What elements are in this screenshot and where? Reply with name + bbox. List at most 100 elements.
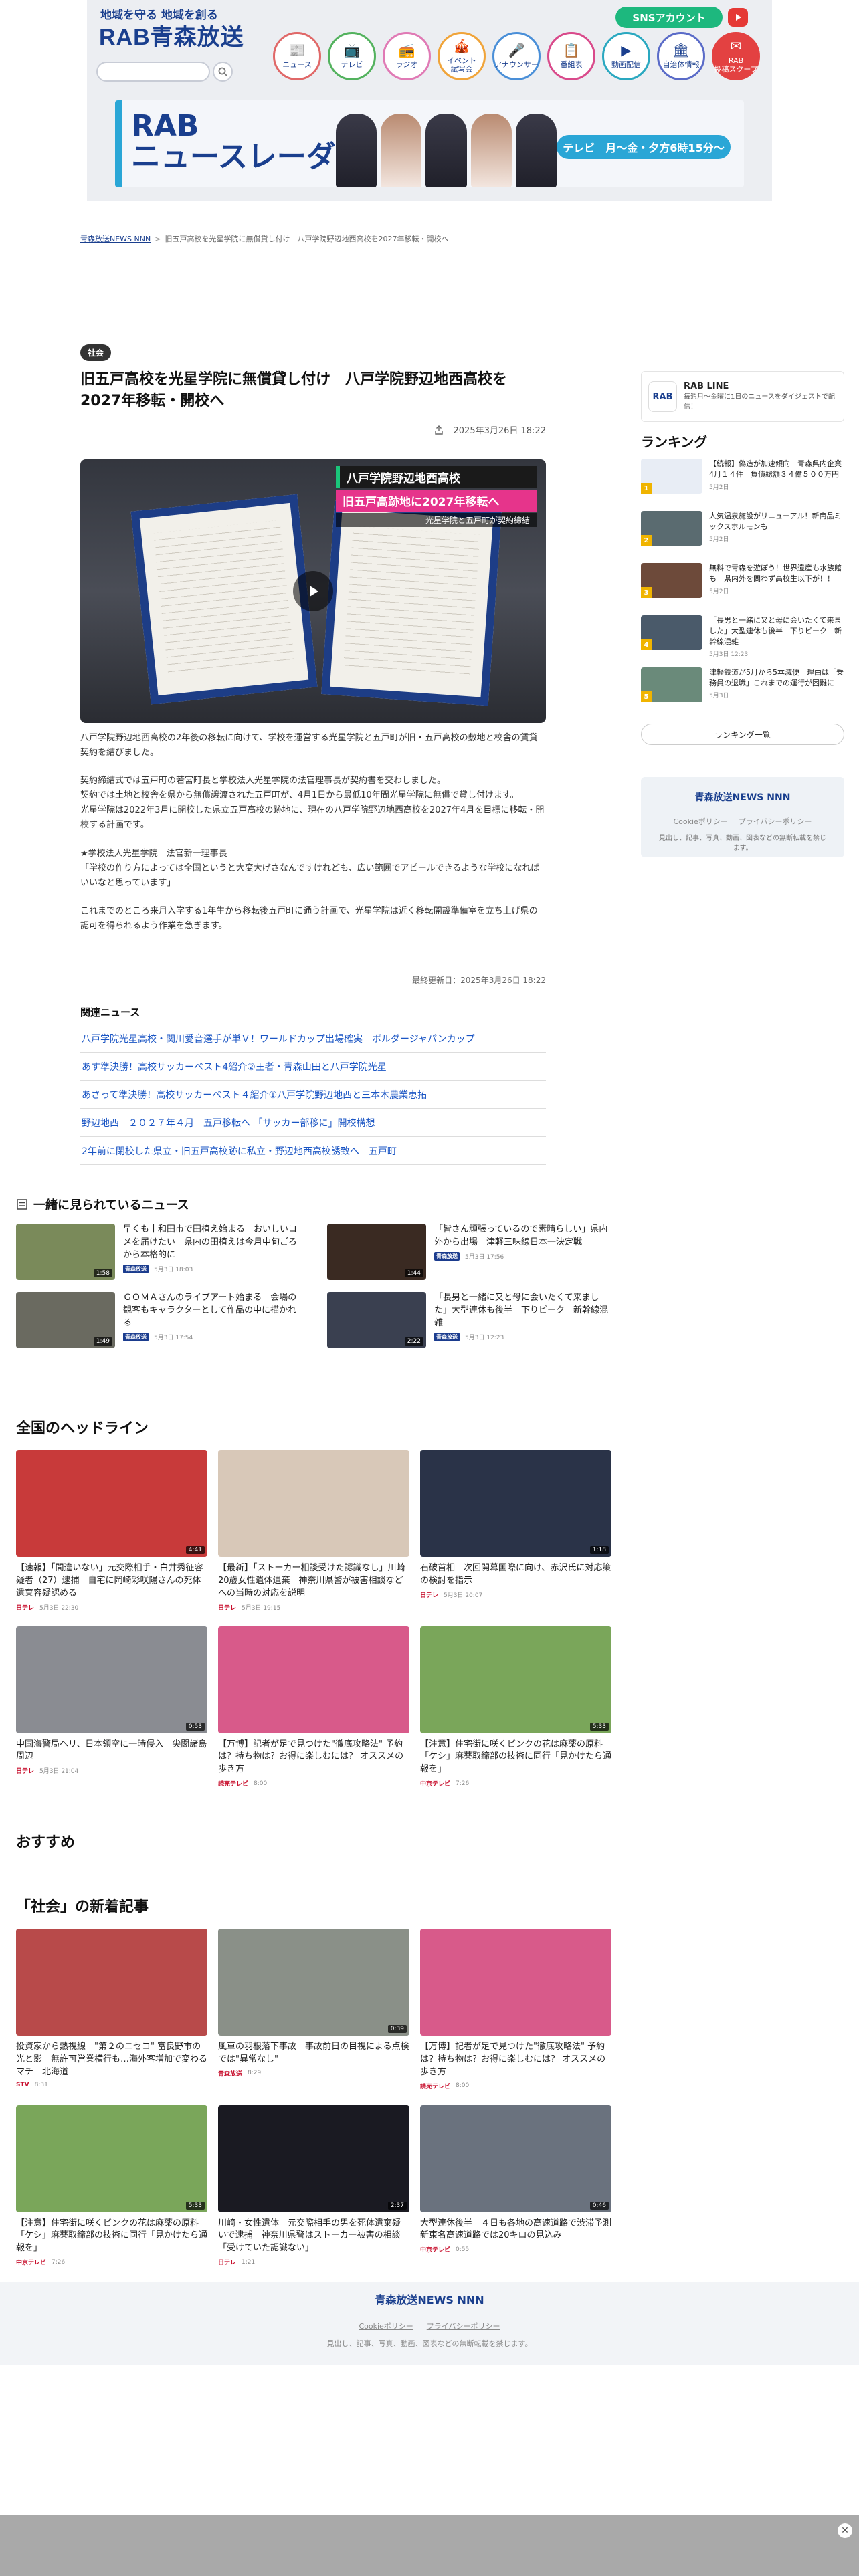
shakai-card[interactable]: 【万博】記者が足で見つけた"徹底攻略法" 予約は？持ち物は？お得に楽しむには？ … bbox=[420, 1929, 611, 2090]
ranking-title: 人気温泉施設がリニューアル！新商品ミックスホルモンも bbox=[709, 512, 842, 531]
video-duration: 1:18 bbox=[589, 1546, 609, 1554]
national-headlines-grid: 4:41 【速報】「間違いない」元交際相手・白井秀征容疑者（27）逮捕 自宅に岡崎… bbox=[16, 1450, 611, 1788]
related-news-link[interactable]: 八戸学院光星高校・関川愛音選手が単Ｖ！ワールドカップ出場確実 ボルダージャパンカ… bbox=[80, 1025, 546, 1053]
shakai-date: 8:00 bbox=[456, 2082, 470, 2090]
national-title: 【最新】「ストーカー相談受けた認識なし」川崎20歳女性遺体遺棄 神奈川県警が被害… bbox=[218, 1563, 405, 1598]
ranking-item[interactable]: 2 人気温泉施設がリニューアル！新商品ミックスホルモンも 5月2日 bbox=[641, 511, 844, 563]
nav-label: RAB 投稿スクープ bbox=[714, 56, 758, 74]
video-caption-line2: 旧五戸高跡地に2027年移転へ bbox=[336, 490, 537, 512]
national-card[interactable]: 【最新】「ストーカー相談受けた認識なし」川崎20歳女性遺体遺棄 神奈川県警が被害… bbox=[218, 1450, 409, 1612]
coviewed-title: 「長男と一緒に又と母に会いたくて来ました」大型連休も後半 下りピーク 新幹線混雑 bbox=[434, 1293, 609, 1328]
privacy-policy-link[interactable]: プライバシーポリシー bbox=[739, 816, 812, 827]
related-news-link[interactable]: 野辺地西 ２０２７年４月 五戸移転へ 「サッカー部移に」開校構想 bbox=[80, 1109, 546, 1137]
ranking-item[interactable]: 3 無料で青森を遊ぼう！世界遺産も水族館も 県内外を問わず高校生以下が！！ 5月2日 bbox=[641, 563, 844, 615]
shakai-date: 8:31 bbox=[34, 2081, 48, 2088]
video-duration: 5:33 bbox=[589, 1722, 609, 1731]
source-label: STV bbox=[16, 2081, 29, 2088]
nav-icon: 🎤 bbox=[508, 42, 525, 59]
shakai-thumbnail: 0:39 bbox=[218, 1929, 409, 2036]
nav-item[interactable]: 📋 番組表 bbox=[547, 32, 595, 80]
shakai-title: 大型連休後半 ４日も各地の高速道路で渋滞予測 新東名高速道路では20キロの見込み bbox=[420, 2218, 621, 2241]
national-card[interactable]: 1:18 石破首相 次回開幕国際に向け、赤沢氏に対応策の検討を指示 日テレ 5月3日 … bbox=[420, 1450, 611, 1612]
nav-item[interactable]: 🏛 自治体情報 bbox=[657, 32, 705, 80]
nav-item[interactable]: 📻 ラジオ bbox=[383, 32, 431, 80]
source-label: 日テレ bbox=[420, 1592, 439, 1599]
national-thumbnail bbox=[218, 1450, 409, 1557]
national-date: 5月3日 21:04 bbox=[39, 1768, 79, 1776]
related-news-link[interactable]: あさって準決勝！高校サッカーベスト４紹介①八戸学院野辺地西と三本木農業恵拓 bbox=[80, 1081, 546, 1109]
nav-item[interactable]: ▶ 動画配信 bbox=[602, 32, 650, 80]
sidebar-footer-logo[interactable]: 青森放送NEWS NNN bbox=[641, 790, 844, 804]
national-card[interactable]: 4:41 【速報】「間違いない」元交際相手・白井秀征容疑者（27）逮捕 自宅に岡崎… bbox=[16, 1450, 207, 1612]
source-label: 読売テレビ bbox=[420, 2083, 451, 2090]
rab-line-card[interactable]: RAB RAB LINE 毎週月〜金曜に1日のニュースをダイジェストで配信！ bbox=[641, 371, 844, 422]
nav-item[interactable]: 🎤 アナウンサー bbox=[492, 32, 541, 80]
video-duration: 0:53 bbox=[185, 1722, 205, 1731]
shakai-card[interactable]: 2:37 川崎・女性遺体 元交際相手の男を死体遺棄疑いで逮捕 神奈川県警はストーカ… bbox=[218, 2105, 409, 2266]
coviewed-thumbnail: 1:58 bbox=[16, 1224, 115, 1280]
coviewed-item[interactable]: 1:49 ＧＯＭＡさんのライブアート始まる 会場の観客もキャラクターとして作品の中… bbox=[16, 1292, 300, 1350]
coviewed-thumbnail: 2:22 bbox=[327, 1292, 426, 1348]
source-label: 読売テレビ bbox=[218, 1781, 249, 1788]
category-badge[interactable]: 社会 bbox=[80, 344, 112, 361]
search-input[interactable] bbox=[96, 62, 210, 82]
article-paragraph: これまでのところ来月入学する1年生から移転後五戸町に通う計画で、光星学院は近く移… bbox=[80, 905, 538, 931]
shakai-card[interactable]: 0:46 大型連休後半 ４日も各地の高速道路で渋滞予測 新東名高速道路では20キロ… bbox=[420, 2105, 621, 2267]
shakai-card[interactable]: 0:39 風車の羽根落下事故 事故前日の目視による点検では"異常なし" 青森放送 8:… bbox=[218, 1929, 409, 2090]
ranking-item[interactable]: 4 「長男と一緒に又と母に会いたくて来ました」大型連休も後半 下りピーク 新幹線混… bbox=[641, 615, 844, 667]
footer-logo[interactable]: 青森放送NEWS NNN bbox=[0, 2291, 859, 2307]
related-news-link[interactable]: あす準決勝！高校サッカーベスト4紹介②王者・青森山田と八戸学院光星 bbox=[80, 1053, 546, 1081]
related-news-link[interactable]: 2年前に閉校した県立・旧五戸高校跡に私立・野辺地西高校誘致へ 五戸町 bbox=[80, 1137, 546, 1165]
shakai-thumbnail: 5:33 bbox=[16, 2105, 207, 2212]
youtube-button[interactable] bbox=[728, 8, 748, 27]
nav-item[interactable]: 📰 ニュース bbox=[273, 32, 321, 80]
coviewed-item[interactable]: 1:44 「皆さん頑張っているので素晴らしい」県内外から出場 津軽三味線日本一決定… bbox=[327, 1224, 611, 1281]
ranking-item[interactable]: 1 【続報】偽造が加速傾向 青森県内企業 4月１４件 負債総額３４億５００万円 5月… bbox=[641, 459, 849, 511]
promo-banner[interactable]: RAB ニュースレーダー テレビ 月〜金・夕方6時15分〜 bbox=[115, 100, 744, 187]
search-button[interactable] bbox=[213, 62, 233, 82]
coviewed-thumbnail: 1:49 bbox=[16, 1292, 115, 1348]
ranking-item[interactable]: 5 津軽鉄道が5月から5本減便 理由は「乗務員の退職」これまでの運行が困難に 5月3… bbox=[641, 667, 844, 720]
shakai-title: 投資家から熱視線 "第２のニセコ" 富良野市の光と影 無許可営業横行も…海外客増… bbox=[16, 2042, 208, 2077]
sns-account-button[interactable]: SNSアカウント bbox=[615, 7, 723, 28]
ranking-more-button[interactable]: ランキング一覧 bbox=[641, 724, 844, 745]
source-badge: 青森放送 bbox=[434, 1332, 460, 1341]
national-card[interactable]: 0:53 中国海警局ヘリ、日本領空に一時侵入 尖閣諸島周辺 日テレ 5月3日 21:0… bbox=[16, 1626, 207, 1788]
shakai-card[interactable]: 投資家から熱視線 "第２のニセコ" 富良野市の光と影 無許可営業横行も…海外客増… bbox=[16, 1929, 207, 2090]
last-updated: 最終更新日：2025年3月26日 18:22 bbox=[412, 976, 546, 985]
nav-icon: 🎪 bbox=[453, 37, 470, 54]
nav-icon: 📋 bbox=[563, 42, 580, 59]
coviewed-item[interactable]: 2:22 「長男と一緒に又と母に会いたくて来ました」大型連休も後半 下りピーク 新… bbox=[327, 1292, 611, 1350]
nav-icon: ▶ bbox=[621, 42, 632, 59]
national-card[interactable]: 【万博】記者が足で見つけた"徹底攻略法" 予約は？持ち物は？お得に楽しむには？ … bbox=[218, 1626, 409, 1788]
footer-privacy-link[interactable]: プライバシーポリシー bbox=[427, 2321, 500, 2331]
shakai-heading: 「社会」の新着記事 bbox=[16, 1899, 149, 1915]
nav-item[interactable]: ✉ RAB 投稿スクープ bbox=[712, 32, 760, 80]
breadcrumb-home[interactable]: 青森放送NEWS NNN bbox=[80, 235, 151, 243]
article-video[interactable]: 八戸学院野辺地西高校 旧五戸高跡地に2027年移転へ 光星学院と五戸町が契約締結 bbox=[80, 459, 546, 723]
share-icon[interactable] bbox=[434, 425, 444, 435]
shakai-card[interactable]: 5:33 【注意】住宅街に咲くピンクの花は麻薬の原料「ケシ」麻薬取締部の技術に同行… bbox=[16, 2105, 207, 2266]
ranking-date: 5月2日 bbox=[709, 484, 729, 491]
play-button[interactable] bbox=[293, 571, 333, 611]
ranking-thumbnail: 4 bbox=[641, 615, 702, 650]
nav-label: ラジオ bbox=[395, 60, 418, 70]
ad-close-button[interactable]: ✕ bbox=[838, 2523, 852, 2538]
shakai-thumbnail: 2:37 bbox=[218, 2105, 409, 2212]
ranking-date: 5月3日 12:23 bbox=[709, 651, 749, 658]
nav-label: テレビ bbox=[341, 60, 363, 70]
national-thumbnail: 4:41 bbox=[16, 1450, 207, 1557]
source-label: 日テレ bbox=[16, 1604, 35, 1612]
coviewed-item[interactable]: 1:58 早くも十和田市で田植え始まる おいしいコメを届けたい 県内の田植えは今月… bbox=[16, 1224, 300, 1281]
footer-cookie-link[interactable]: Cookieポリシー bbox=[359, 2321, 413, 2331]
video-caption-line1: 八戸学院野辺地西高校 bbox=[336, 466, 537, 488]
video-caption-line3: 光星学院と五戸町が契約締結 bbox=[336, 513, 537, 527]
ranking-thumbnail: 5 bbox=[641, 667, 702, 702]
cookie-policy-link[interactable]: Cookieポリシー bbox=[673, 816, 727, 827]
national-thumbnail: 0:53 bbox=[16, 1626, 207, 1733]
nav-item[interactable]: 🎪 イベント 試写会 bbox=[438, 32, 486, 80]
ranking-thumbnail: 3 bbox=[641, 563, 702, 598]
nav-item[interactable]: 📺 テレビ bbox=[328, 32, 376, 80]
national-card[interactable]: 5:33 【注意】住宅街に咲くピンクの花は麻薬の原料「ケシ」麻薬取締部の技術に同行… bbox=[420, 1626, 611, 1788]
site-logo[interactable]: RAB青森放送 bbox=[99, 19, 244, 51]
